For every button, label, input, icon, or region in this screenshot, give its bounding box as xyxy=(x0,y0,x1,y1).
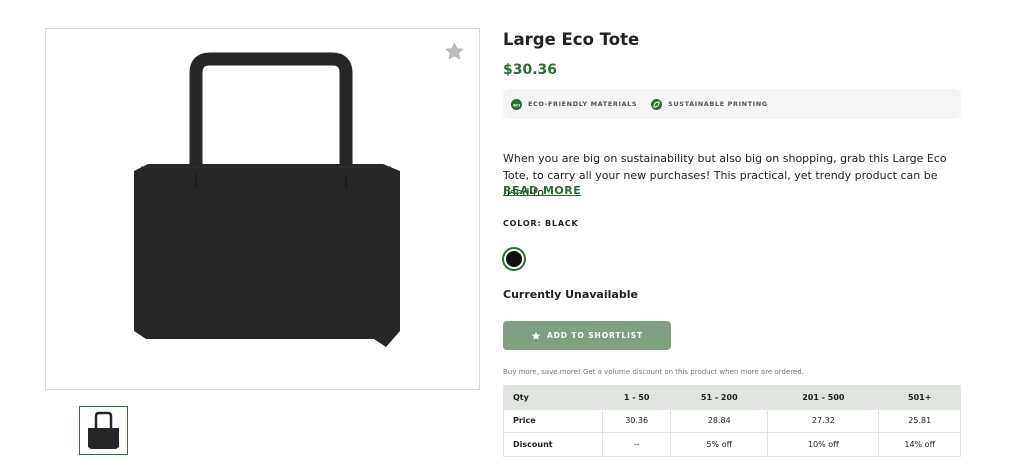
thumbnail-image[interactable] xyxy=(79,406,128,455)
product-badges: eco ECO-FRIENDLY MATERIALS SUSTAINABLE P… xyxy=(503,89,961,119)
price-cell: 28.84 xyxy=(670,408,769,433)
swatch-fill xyxy=(506,251,522,267)
qty-tier: 501+ xyxy=(878,385,961,410)
volume-discount-note: Buy more, save more! Get a volume discou… xyxy=(503,368,804,376)
table-header-row: Qty 1 - 50 51 - 200 201 - 500 501+ xyxy=(503,385,961,410)
qty-tier: 51 - 200 xyxy=(670,385,769,410)
price-cell: 30.36 xyxy=(601,408,672,433)
tote-bag-thumbnail xyxy=(88,411,119,449)
availability-status: Currently Unavailable xyxy=(503,288,638,301)
badge-label: SUSTAINABLE PRINTING xyxy=(668,100,768,108)
table-row-discount: Discount -- 5% off 10% off 14% off xyxy=(503,432,961,457)
color-label: COLOR: BLACK xyxy=(503,219,579,228)
tote-bag-image xyxy=(134,52,400,347)
main-product-image[interactable] xyxy=(45,28,480,390)
price-cell: 25.81 xyxy=(878,408,961,433)
product-price: $30.36 xyxy=(503,62,558,78)
eco-icon: eco xyxy=(511,98,522,110)
qty-tier: 201 - 500 xyxy=(767,385,880,410)
price-cell: 27.32 xyxy=(767,408,880,433)
product-title: Large Eco Tote xyxy=(503,30,640,49)
table-row-price: Price 30.36 28.84 27.32 25.81 xyxy=(503,408,961,433)
color-swatch-black[interactable] xyxy=(502,247,526,271)
leaf-icon xyxy=(651,98,663,110)
discount-cell: 5% off xyxy=(670,432,769,457)
qty-header: Qty xyxy=(503,385,603,410)
volume-discount-table: Qty 1 - 50 51 - 200 201 - 500 501+ Price… xyxy=(503,385,961,457)
discount-row-label: Discount xyxy=(503,432,603,457)
price-row-label: Price xyxy=(503,408,603,433)
discount-cell: 14% off xyxy=(878,432,961,457)
shortlist-button-label: ADD TO SHORTLIST xyxy=(546,331,644,340)
favorite-star-icon[interactable] xyxy=(445,42,464,61)
add-to-shortlist-button[interactable]: ADD TO SHORTLIST xyxy=(503,321,671,350)
read-more-link[interactable]: READ MORE xyxy=(503,184,581,197)
badge-sustainable-printing: SUSTAINABLE PRINTING xyxy=(651,98,768,110)
qty-tier: 1 - 50 xyxy=(601,385,672,410)
badge-label: ECO-FRIENDLY MATERIALS xyxy=(528,100,638,108)
svg-text:eco: eco xyxy=(513,103,520,107)
discount-cell: -- xyxy=(601,432,672,457)
star-icon xyxy=(531,331,541,340)
discount-cell: 10% off xyxy=(767,432,880,457)
badge-eco-friendly: eco ECO-FRIENDLY MATERIALS xyxy=(511,98,638,110)
